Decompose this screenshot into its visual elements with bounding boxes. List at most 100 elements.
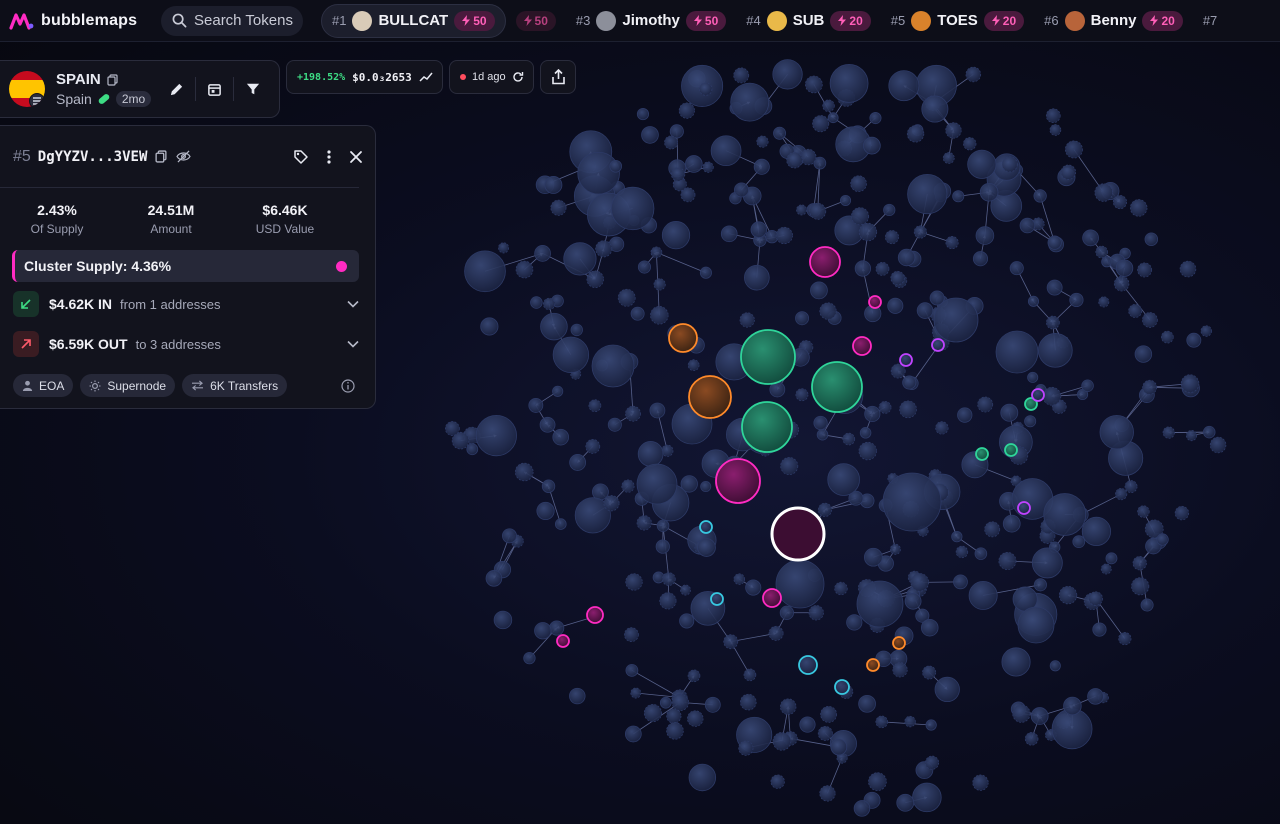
wallet-bubble[interactable] [1094,183,1113,202]
cluster-bubble-orange[interactable] [866,658,880,672]
wallet-bubble[interactable] [534,622,552,640]
wallet-bubble[interactable] [528,398,544,413]
tag-icon[interactable] [293,149,309,165]
wallet-bubble[interactable] [822,99,835,112]
wallet-bubble[interactable] [617,288,636,307]
wallet-bubble[interactable] [897,248,916,267]
wallet-bubble[interactable] [884,230,899,245]
wallet-bubble[interactable] [659,592,677,610]
wallet-bubble[interactable] [1202,425,1216,439]
selected-wallet-bubble[interactable] [770,506,826,562]
wallet-bubble[interactable] [1027,295,1039,307]
wallet-bubble[interactable] [1000,403,1019,422]
wallet-bubble[interactable] [738,740,754,756]
wallet-bubble[interactable] [666,722,684,740]
wallet-bubble[interactable] [607,417,622,432]
wallet-bubble[interactable] [1142,312,1158,328]
wallet-bubble[interactable] [624,725,642,743]
wallet-bubble[interactable] [770,774,785,789]
wallet-bubble[interactable] [1132,556,1147,571]
wallet-bubble[interactable] [475,414,517,457]
wallet-bubble[interactable] [945,235,959,250]
wallet-bubble[interactable] [740,693,757,711]
wallet-bubble[interactable] [1115,259,1134,277]
wallet-bubble[interactable] [710,135,742,167]
wallet-bubble[interactable] [922,665,937,680]
wallet-bubble[interactable] [1137,262,1153,278]
wallet-bubble[interactable] [1112,194,1128,210]
wallet-bubble[interactable] [808,605,824,621]
wallet-bubble[interactable] [904,715,916,728]
wallet-bubble[interactable] [680,475,698,493]
wallet-bubble[interactable] [1043,493,1087,536]
wallet-bubble[interactable] [773,126,787,140]
wallet-bubble[interactable] [972,774,989,791]
wallet-bubble[interactable] [977,396,994,413]
wallet-bubble[interactable] [888,70,920,102]
wallet-bubble[interactable] [1129,199,1148,217]
wallet-bubble[interactable] [637,441,664,467]
wallet-bubble[interactable] [550,199,567,216]
wallet-bubble[interactable] [1064,140,1083,159]
wallet-bubble[interactable] [720,225,738,243]
cluster-supply-row[interactable]: Cluster Supply: 4.36% [12,250,359,282]
wallet-bubble-large[interactable] [995,330,1039,374]
wallet-bubble[interactable] [1031,547,1063,579]
wallet-bubble[interactable] [585,439,601,454]
wallet-bubble[interactable] [723,634,739,650]
wallet-bubble[interactable] [975,226,995,245]
trending-token-2[interactable]: 50 [506,4,566,38]
wallet-bubble[interactable] [945,122,962,139]
wallet-bubble[interactable] [1124,480,1138,493]
wallet-bubble[interactable] [817,502,833,517]
wallet-bubble[interactable] [569,454,587,471]
wallet-bubble[interactable] [734,182,749,198]
wallet-bubble[interactable] [523,651,536,665]
wallet-bubble[interactable] [685,155,703,173]
wallet-bubble[interactable] [779,698,797,715]
wallet-bubble[interactable] [756,135,769,148]
cluster-bubble-green[interactable] [741,401,793,453]
wallet-bubble[interactable] [485,570,503,587]
wallet-bubble[interactable] [464,250,506,293]
wallet-bubble[interactable] [699,266,712,279]
wallet-bubble[interactable] [951,531,963,543]
wallet-bubble[interactable] [1092,622,1107,637]
wallet-bubble[interactable] [816,428,829,441]
wallet-bubble[interactable] [1142,379,1158,395]
wallet-bubble[interactable] [935,421,949,435]
wallet-bubble[interactable] [641,126,659,144]
wallet-bubble[interactable] [883,203,896,217]
wallet-bubble[interactable] [875,261,890,276]
wallet-bubble[interactable] [1072,535,1086,549]
date-range-button[interactable] [196,74,233,104]
wallet-bubble[interactable] [679,613,695,629]
wallet-bubble[interactable] [805,75,823,94]
wallet-bubble[interactable] [1012,704,1031,723]
wallet-bubble[interactable] [1030,707,1049,725]
wallet-bubble[interactable] [743,668,757,682]
wallet-bubble[interactable] [795,311,810,326]
trending-token-5[interactable]: #5 TOES 20 [881,4,1034,38]
wallet-bubble[interactable] [1027,371,1039,383]
wallet-bubble[interactable] [750,221,768,238]
wallet-bubble[interactable] [1186,332,1202,348]
cluster-bubble-green[interactable] [811,361,863,413]
wallet-bubble[interactable] [466,443,479,456]
wallet-bubble[interactable] [965,66,982,83]
trending-token-6[interactable]: #6 Benny 20 [1034,4,1193,38]
wallet-bubble[interactable] [864,405,881,423]
wallet-bubble[interactable] [800,148,817,166]
cluster-bubble-cyan[interactable] [710,592,724,606]
wallet-bubble[interactable] [669,124,684,139]
wallet-bubble[interactable] [444,421,460,436]
wallet-bubble[interactable] [1001,156,1018,173]
wallet-bubble[interactable] [650,306,669,325]
wallet-bubble[interactable] [780,457,799,476]
wallet-bubble[interactable] [745,579,762,596]
wallet-bubble[interactable] [498,242,510,254]
cluster-bubble-pink[interactable] [852,336,872,356]
wallet-bubble[interactable] [850,175,867,193]
more-vertical-icon[interactable] [326,149,332,165]
cluster-bubble-orange[interactable] [668,323,698,353]
